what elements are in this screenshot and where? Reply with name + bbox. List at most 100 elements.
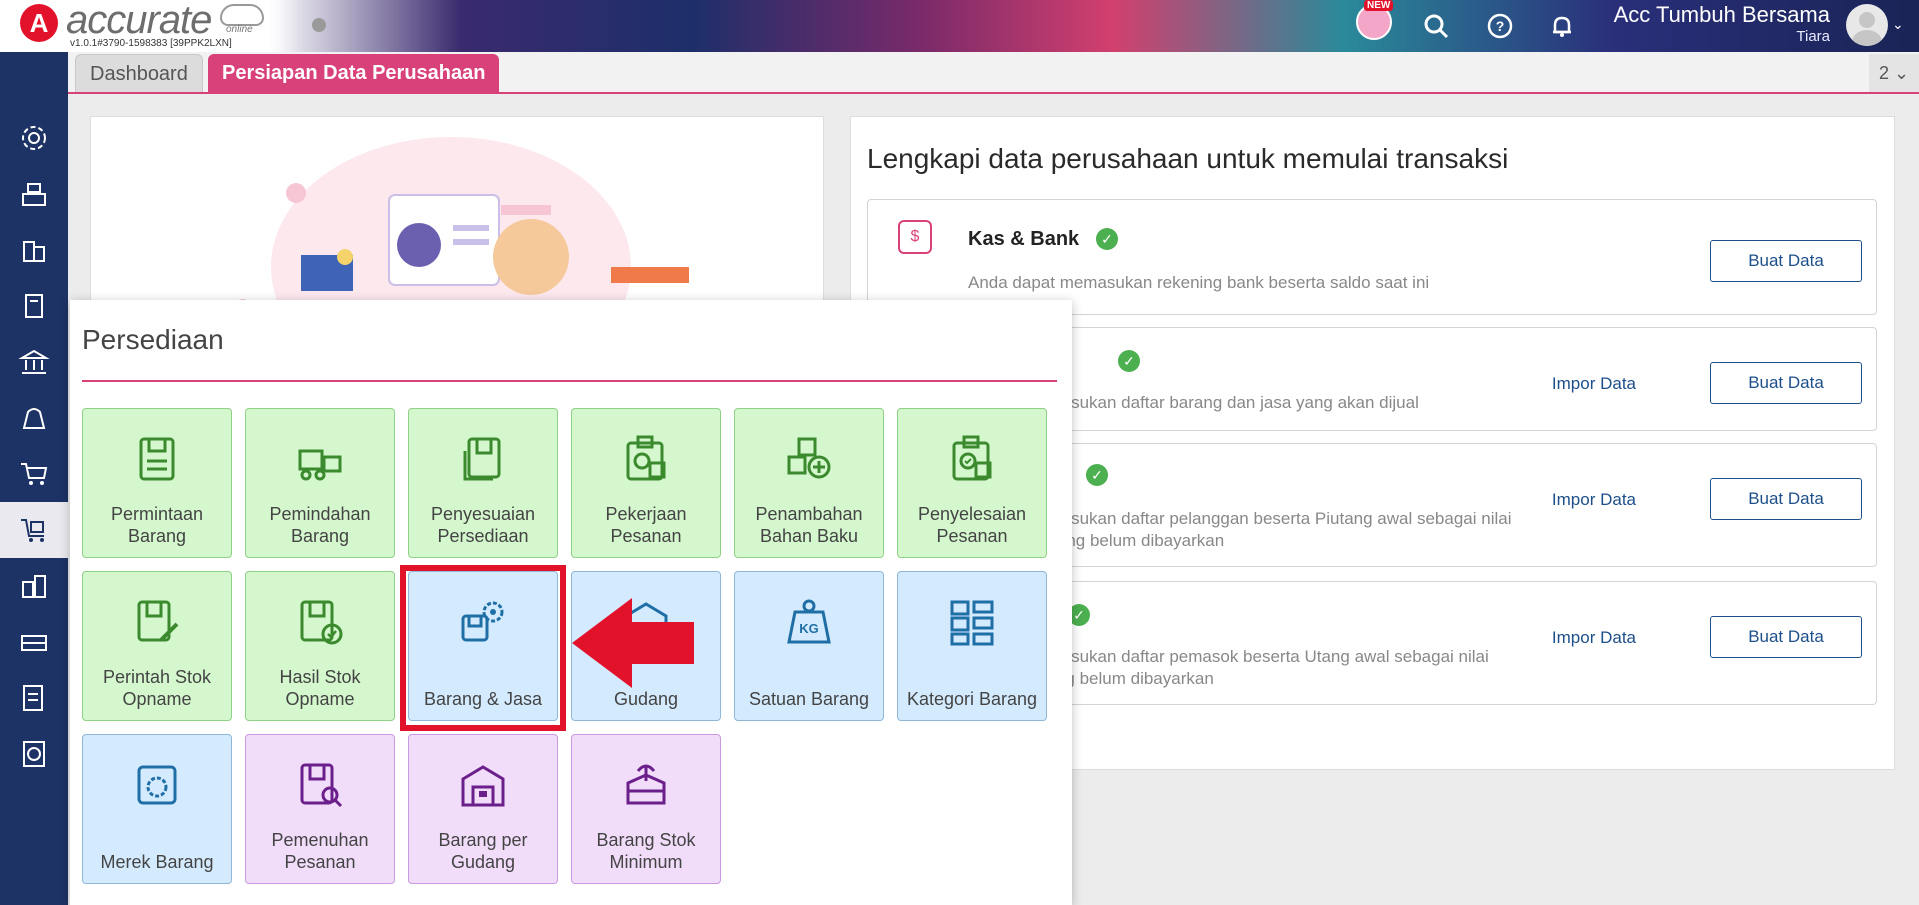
tile-barang-stok-minimum[interactable]: Barang Stok Minimum (571, 734, 721, 884)
new-badge: NEW (1364, 0, 1394, 11)
impor-data-button[interactable]: Impor Data (1552, 628, 1636, 648)
tile-label: Pemindahan (269, 504, 371, 524)
buat-data-button[interactable]: Buat Data (1710, 478, 1862, 520)
item-desc-2: yang belum dibayarkan (1038, 669, 1214, 688)
tile-label-2: Opname (122, 689, 192, 709)
tile-label: Merek Barang (100, 852, 214, 872)
item-desc: emasukan daftar pelanggan beserta Piutan… (1038, 509, 1512, 528)
search-icon[interactable] (1420, 10, 1452, 42)
check-icon: ✓ (1086, 464, 1108, 486)
logo-area: A accurate online v1.0.1#3790-1598383 [3… (0, 0, 300, 52)
tile-label-2: Persediaan (437, 526, 529, 546)
tile-pemenuhan-pesanan[interactable]: Pemenuhan Pesanan (245, 734, 395, 884)
category-grid-icon (944, 594, 1000, 650)
checklist-item-kas-bank: $ Kas & Bank ✓ Anda dapat memasukan reke… (867, 199, 1877, 315)
tile-label-2: Barang (290, 526, 350, 546)
stock-opname-order-icon (129, 594, 185, 650)
illustration-image (235, 137, 689, 397)
tile-label-2: Pesanan (284, 852, 356, 872)
tab-count-dropdown[interactable]: 2 ⌄ (1869, 54, 1919, 92)
tile-label: Satuan Barang (748, 689, 870, 709)
tile-permintaan-barang[interactable]: Permintaan Barang (82, 408, 232, 558)
company-name[interactable]: Acc Tumbuh Bersama (1560, 2, 1830, 28)
tab-dashboard[interactable]: Dashboard (75, 54, 203, 92)
item-desc: emasukan daftar barang dan jasa yang aka… (1038, 393, 1419, 412)
tab-persiapan-data[interactable]: Persiapan Data Perusahaan (208, 54, 500, 92)
tile-penambahan-bahan-baku[interactable]: Penambahan Bahan Baku (734, 408, 884, 558)
tile-penyesuaian-persediaan[interactable]: Penyesuaian Persediaan (408, 408, 558, 558)
tile-label: Barang per (438, 830, 528, 850)
sidebar-item-cashier[interactable] (0, 166, 68, 222)
kg-label: KG (799, 621, 819, 636)
request-doc-icon (129, 431, 185, 487)
min-stock-box-icon (618, 757, 674, 813)
sidebar-item-assets[interactable] (0, 558, 68, 614)
tile-label: Perintah Stok (102, 667, 212, 687)
sidebar-item-purchase[interactable] (0, 446, 68, 502)
tile-hasil-stok-opname[interactable]: Hasil Stok Opname (245, 571, 395, 721)
sidebar-item-bank[interactable] (0, 334, 68, 390)
sidebar-item-company[interactable] (0, 222, 68, 278)
help-icon[interactable]: ? (1484, 10, 1516, 42)
building-icon (23, 241, 45, 262)
panel-title: Persediaan (82, 324, 224, 355)
check-icon: ✓ (1118, 350, 1140, 372)
checklist-title: Lengkapi data perusahaan untuk memulai t… (867, 143, 1509, 174)
accurate-logo-icon: A (20, 4, 58, 42)
sidebar-item-inventory[interactable] (0, 502, 68, 558)
order-fulfillment-icon (292, 757, 348, 813)
work-order-icon (618, 431, 674, 487)
forklift-icon (292, 431, 348, 487)
tab-count: 2 (1878, 63, 1889, 83)
status-dot (312, 18, 326, 32)
sidebar-item-settings[interactable] (0, 110, 68, 166)
user-name: Tiara (1796, 28, 1830, 45)
brand-badge-icon (129, 757, 185, 813)
chevron-down-icon[interactable]: ⌄ (1892, 16, 1904, 33)
sidebar-item-reports[interactable] (0, 726, 68, 782)
tile-pemindahan-barang[interactable]: Pemindahan Barang (245, 408, 395, 558)
tile-barang-per-gudang[interactable]: Barang per Gudang (408, 734, 558, 884)
tile-satuan-barang[interactable]: KG Satuan Barang (734, 571, 884, 721)
tile-perintah-stok-opname[interactable]: Perintah Stok Opname (82, 571, 232, 721)
logo-online: online (226, 24, 253, 35)
cash-register-icon (22, 183, 46, 206)
user-avatar[interactable] (1846, 4, 1888, 46)
persediaan-menu-panel: Persediaan Permintaan Barang Pemindahan Ba… (70, 300, 1072, 905)
book-icon (25, 294, 43, 318)
cloud-icon (220, 4, 264, 26)
impor-data-button[interactable]: Impor Data (1552, 490, 1636, 510)
buat-data-button[interactable]: Buat Data (1710, 362, 1862, 404)
tile-merek-barang[interactable]: Merek Barang (82, 734, 232, 884)
tile-label: Kategori Barang (906, 689, 1038, 709)
tile-label-2: Gudang (450, 852, 516, 872)
tile-label-2: Pesanan (610, 526, 682, 546)
sidebar-item-tax[interactable] (0, 670, 68, 726)
money-icon: $ (898, 220, 932, 254)
stock-opname-result-icon (292, 594, 348, 650)
report-icon (23, 741, 45, 767)
buat-data-button[interactable]: Buat Data (1710, 240, 1862, 282)
sidebar (0, 52, 68, 905)
tab-bar: Dashboard Persiapan Data Perusahaan 2 ⌄ (68, 52, 1919, 94)
buat-data-button[interactable]: Buat Data (1710, 616, 1862, 658)
tile-label-2: Bahan Baku (759, 526, 859, 546)
item-desc-2: r yang belum dibayarkan (1038, 531, 1225, 550)
money-bag-icon (22, 408, 46, 429)
version-text: v1.0.1#3790-1598383 [39PPK2LXN] (70, 38, 232, 49)
tile-pekerjaan-pesanan[interactable]: Pekerjaan Pesanan (571, 408, 721, 558)
sidebar-item-finance[interactable] (0, 390, 68, 446)
tile-label: Gudang (613, 689, 679, 709)
item-desc: emasukan daftar pemasok beserta Utang aw… (1038, 647, 1489, 666)
tile-penyelesaian-pesanan[interactable]: Penyelesaian Pesanan (897, 408, 1047, 558)
tile-kategori-barang[interactable]: Kategori Barang (897, 571, 1047, 721)
highlight-box (400, 565, 566, 731)
impor-data-button[interactable]: Impor Data (1552, 374, 1636, 394)
tax-icon (23, 685, 43, 711)
sidebar-item-ledger[interactable] (0, 278, 68, 334)
sidebar-item-manufacture[interactable] (0, 614, 68, 670)
tile-label: Penambahan (755, 504, 863, 524)
cart-icon (21, 463, 48, 485)
red-arrow-icon (572, 598, 694, 688)
weight-kg-icon: KG (781, 594, 837, 650)
